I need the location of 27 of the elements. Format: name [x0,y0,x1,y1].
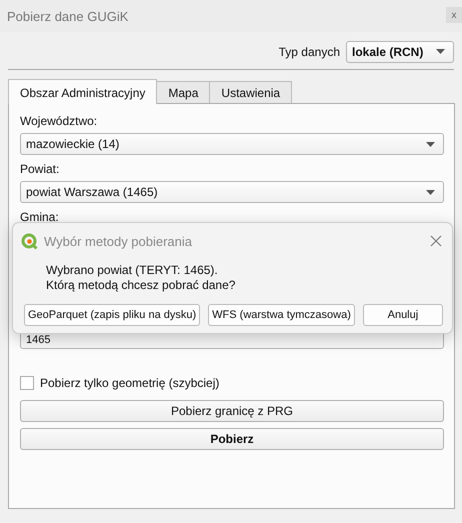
dropdown[interactable]: powiat Warszawa (1465) [20,181,444,203]
tab[interactable]: Ustawienia [209,81,292,103]
field-label: Gmina: [20,210,59,224]
tab[interactable]: Mapa [156,81,210,103]
dialog-button[interactable]: Anuluj [362,304,443,326]
action-button[interactable]: Pobierz granicę z PRG [20,400,444,422]
action-button[interactable]: Pobierz [20,428,444,450]
dialog-title: Wybór metody pobierania [44,234,192,248]
app-logo-icon [21,232,38,250]
dialog-message: Którą metodą chcesz pobrać dane? [46,278,236,293]
dropdown[interactable]: mazowieckie (14) [20,133,444,155]
caret-icon [426,142,435,146]
data-type-label: Typ danych [278,44,340,58]
dialog-message: Wybrano powiat (TERYT: 1465). [46,263,219,278]
data-type-dropdown[interactable]: lokale (RCN) [346,40,454,62]
tab[interactable]: Obszar Administracyjny [8,79,158,104]
checkbox-label: Pobierz tylko geometrię (szybciej) [40,376,220,390]
caret-icon [436,49,445,54]
close-button[interactable]: x [446,7,462,23]
checkbox[interactable] [20,376,34,390]
dialog-button[interactable]: WFS (warstwa tymczasowa) [208,304,355,326]
dialog-button[interactable]: GeoParquet (zapis pliku na dysku) [24,304,200,326]
field-label: Województwo: [20,114,98,128]
close-icon[interactable] [430,235,442,247]
caret-icon [426,190,435,194]
window-title: Pobierz dane GUGiK [7,8,128,24]
field-label: Powiat: [20,162,60,176]
